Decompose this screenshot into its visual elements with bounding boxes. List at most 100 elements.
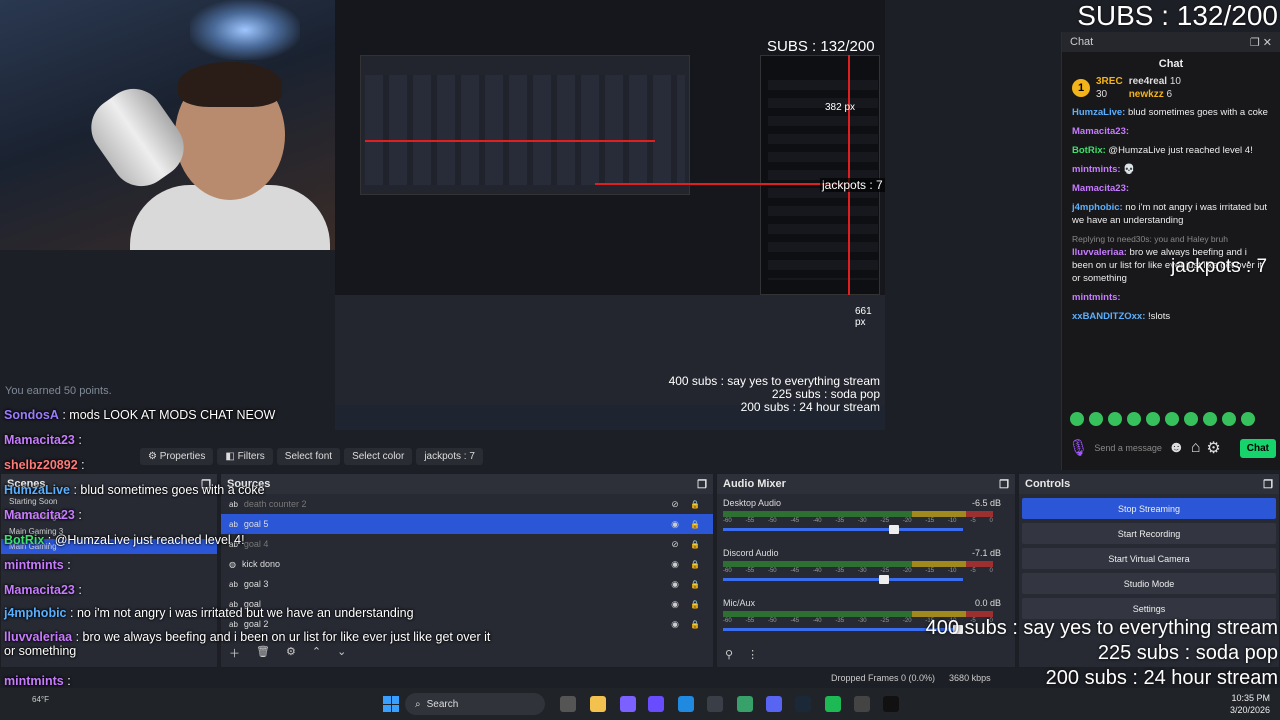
- meter-tick: -30: [857, 518, 867, 524]
- chat-username[interactable]: xxBANDITZOxx:: [1072, 311, 1145, 322]
- meter-tick: -45: [790, 568, 800, 574]
- dock-float-icon[interactable]: ❐: [1263, 478, 1273, 491]
- lock-icon[interactable]: 🔒: [685, 620, 705, 629]
- visibility-eye-icon[interactable]: ◉: [665, 599, 685, 610]
- filters-button[interactable]: ◧ Filters: [217, 447, 273, 465]
- volume-meter: [723, 561, 993, 567]
- lock-icon[interactable]: 🔒: [685, 540, 705, 549]
- steam-icon[interactable]: [795, 696, 811, 712]
- visibility-eye-icon[interactable]: ◉: [665, 619, 685, 630]
- mixer-header: Audio Mixer ❐: [717, 474, 1015, 494]
- task-view-icon[interactable]: [560, 696, 576, 712]
- spotify-icon[interactable]: [825, 696, 841, 712]
- close-icon[interactable]: ✕: [1263, 37, 1272, 49]
- float-icon[interactable]: ❐: [1250, 37, 1260, 49]
- lock-icon[interactable]: 🔒: [685, 580, 705, 589]
- chat-messages: HumzaLive: blud sometimes goes with a co…: [1062, 100, 1280, 335]
- overlay-text: :: [67, 558, 71, 572]
- volume-fader[interactable]: [723, 575, 963, 584]
- lock-icon[interactable]: 🔒: [685, 520, 705, 529]
- meter-tick: -50: [767, 568, 777, 574]
- chat-username[interactable]: mintmints:: [1072, 164, 1121, 175]
- emote-icon[interactable]: [1165, 412, 1179, 426]
- app-icon[interactable]: [737, 696, 753, 712]
- emote-icon[interactable]: [1108, 412, 1122, 426]
- emote-icon[interactable]: [1070, 412, 1084, 426]
- emote-icon[interactable]: [1241, 412, 1255, 426]
- gift-icon[interactable]: ⌂: [1191, 439, 1201, 457]
- mic-icon[interactable]: 🎙: [1068, 438, 1088, 458]
- source-row[interactable]: ab death counter 2 ⊘ 🔒: [221, 494, 713, 514]
- dock-controls: ❐ ✕: [1250, 36, 1272, 49]
- file-explorer-icon[interactable]: [590, 696, 606, 712]
- source-row[interactable]: ab goal 3 ◉ 🔒: [221, 574, 713, 594]
- obs-icon[interactable]: [854, 696, 870, 712]
- overlay-username: BotRix: [4, 533, 45, 547]
- chat-send-button[interactable]: Chat: [1239, 438, 1276, 458]
- dock-float-icon[interactable]: ❐: [697, 478, 707, 491]
- meter-tick: -40: [812, 518, 822, 524]
- source-row[interactable]: ab goal 5 ◉ 🔒: [221, 514, 713, 534]
- start-recording-button[interactable]: Start Recording: [1022, 523, 1276, 544]
- overlay-username: shelbz20892: [4, 458, 78, 472]
- fader-knob[interactable]: [888, 525, 899, 534]
- chat-input[interactable]: Send a message: [1094, 443, 1162, 453]
- volume-fader[interactable]: [723, 525, 963, 534]
- meter-tick: -35: [835, 518, 845, 524]
- select-font-button[interactable]: Select font: [276, 447, 341, 465]
- dock-float-icon[interactable]: ❐: [999, 478, 1009, 491]
- select-color-button[interactable]: Select color: [344, 447, 413, 465]
- visibility-eye-icon[interactable]: ◉: [665, 579, 685, 590]
- visibility-eye-icon[interactable]: ⊘: [665, 539, 685, 550]
- edge-icon[interactable]: [678, 696, 694, 712]
- visibility-eye-icon[interactable]: ◉: [665, 559, 685, 570]
- chat-username[interactable]: BotRix:: [1072, 145, 1106, 156]
- emoji-icon[interactable]: ☻: [1168, 439, 1185, 457]
- link-icon[interactable]: ⚲: [725, 648, 733, 661]
- start-virtual-camera-button[interactable]: Start Virtual Camera: [1022, 548, 1276, 569]
- emote-bar[interactable]: [1070, 412, 1255, 426]
- nested-preview-grid: [365, 75, 685, 185]
- source-row[interactable]: ab goal 4 ⊘ 🔒: [221, 534, 713, 554]
- copilot-icon[interactable]: [620, 696, 636, 712]
- lock-icon[interactable]: 🔒: [685, 600, 705, 609]
- nested-goal: 200 subs : 24 hour stream: [740, 400, 880, 414]
- settings-icon[interactable]: ⚙: [1206, 438, 1220, 458]
- epic-games-icon[interactable]: [883, 696, 899, 712]
- chat-username[interactable]: mintmints:: [1072, 292, 1121, 303]
- system-clock[interactable]: 10:35 PM 3/20/2026: [1230, 692, 1270, 716]
- meter-ticks: -60 -55 -50 -45 -40 -35 -30 -25 -20 -15 -10 -5 0: [723, 568, 993, 574]
- chat-username[interactable]: HumzaLive:: [1072, 107, 1125, 118]
- store-icon[interactable]: [707, 696, 723, 712]
- studio-mode-button[interactable]: Studio Mode: [1022, 573, 1276, 594]
- lock-icon[interactable]: 🔒: [685, 560, 705, 569]
- teams-icon[interactable]: [648, 696, 664, 712]
- guide-line: [365, 140, 655, 142]
- stop-streaming-button[interactable]: Stop Streaming: [1022, 498, 1276, 519]
- source-row[interactable]: ◍ kick dono ◉ 🔒: [221, 554, 713, 574]
- emote-icon[interactable]: [1203, 412, 1217, 426]
- chat-username[interactable]: Mamacita23:: [1072, 126, 1129, 137]
- taskbar-search[interactable]: ⌕ Search: [405, 693, 545, 715]
- visibility-eye-icon[interactable]: ◉: [665, 519, 685, 530]
- meter-tick: -5: [970, 568, 976, 574]
- meter-tick: -50: [767, 518, 777, 524]
- emote-icon[interactable]: [1089, 412, 1103, 426]
- lock-icon[interactable]: 🔒: [685, 500, 705, 509]
- weather-widget[interactable]: 64°F: [32, 695, 49, 704]
- properties-button[interactable]: ⚙ Properties: [140, 447, 214, 465]
- chat-dock: Chat ❐ ✕ Chat 1 3REC 30 ree4real 10 newk…: [1061, 32, 1280, 470]
- fader-knob[interactable]: [879, 575, 890, 584]
- windows-start-icon[interactable]: [383, 696, 399, 712]
- emote-icon[interactable]: [1222, 412, 1236, 426]
- menu-icon[interactable]: ⋮: [747, 648, 758, 661]
- chat-username[interactable]: j4mphobic:: [1072, 202, 1123, 213]
- chat-username[interactable]: Mamacita23:: [1072, 183, 1129, 194]
- meter-tick: -20: [902, 618, 912, 624]
- visibility-eye-icon[interactable]: ⊘: [665, 499, 685, 510]
- emote-icon[interactable]: [1184, 412, 1198, 426]
- emote-icon[interactable]: [1146, 412, 1160, 426]
- emote-icon[interactable]: [1127, 412, 1141, 426]
- discord-icon[interactable]: [766, 696, 782, 712]
- chat-username[interactable]: lluvvaleriaa:: [1072, 247, 1127, 258]
